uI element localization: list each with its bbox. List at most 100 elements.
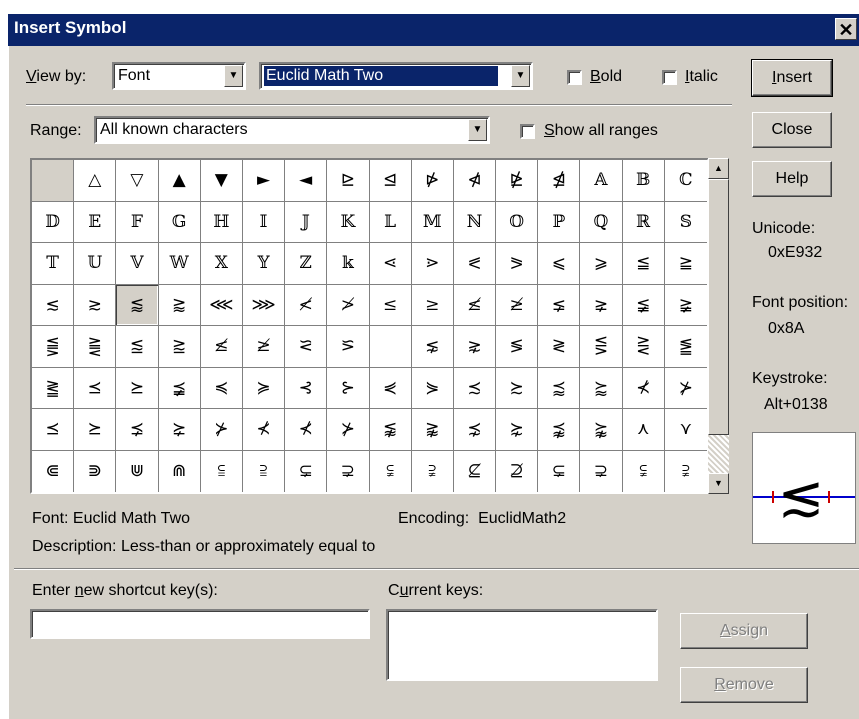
- symbol-cell[interactable]: ⋎: [664, 409, 707, 451]
- chevron-down-icon[interactable]: ▼: [511, 65, 530, 87]
- symbol-cell[interactable]: ⩾: [580, 243, 623, 285]
- symbol-cell[interactable]: ⊀: [622, 367, 665, 409]
- symbol-cell[interactable]: ⋗: [411, 243, 454, 285]
- symbol-cell[interactable]: ⋚: [580, 326, 623, 368]
- symbol-cell[interactable]: ⋞: [369, 367, 412, 409]
- symbol-cell[interactable]: 𝕀: [242, 201, 286, 243]
- symbol-cell[interactable]: ⪆: [158, 284, 201, 326]
- symbol-cell[interactable]: ≮: [285, 284, 328, 326]
- symbol-cell[interactable]: ⪊: [411, 409, 454, 451]
- symbol-cell[interactable]: 𝕍: [116, 243, 159, 285]
- symbol-cell[interactable]: ⋨: [453, 409, 497, 451]
- symbol-cell[interactable]: ≦: [622, 243, 665, 285]
- show-all-ranges-checkbox[interactable]: [520, 124, 535, 139]
- symbol-cell[interactable]: ⊵: [327, 160, 370, 202]
- symbol-cell[interactable]: ⋟: [411, 367, 454, 409]
- symbol-cell[interactable]: ⊰: [285, 367, 328, 409]
- symbol-cell[interactable]: ⪑: [664, 326, 707, 368]
- symbol-cell[interactable]: ⊋: [580, 450, 623, 492]
- symbol-cell[interactable]: ℝ: [622, 201, 665, 243]
- help-button[interactable]: Help: [752, 161, 832, 197]
- symbol-cell[interactable]: ⊈: [454, 450, 497, 492]
- symbol-cell[interactable]: ⋓: [116, 450, 159, 492]
- symbol-cell[interactable]: 𝔽: [116, 201, 159, 243]
- symbol-cell[interactable]: [369, 326, 412, 368]
- chevron-down-icon[interactable]: ▼: [224, 65, 243, 87]
- close-icon[interactable]: ✕: [835, 18, 857, 40]
- symbol-cell[interactable]: ⋏: [622, 409, 665, 451]
- symbol-cell[interactable]: ⋩: [496, 409, 539, 451]
- symbol-cell[interactable]: ⪰: [74, 409, 117, 451]
- range-dropdown[interactable]: All known characters ▼: [94, 116, 490, 144]
- symbol-cell[interactable]: ≤: [369, 284, 412, 326]
- symbol-cell[interactable]: 𝕎: [158, 243, 201, 285]
- symbol-cell[interactable]: ≨: [622, 284, 665, 326]
- symbol-cell[interactable]: 𝕋: [32, 243, 75, 285]
- symbol-cell[interactable]: ⫋: [370, 450, 412, 492]
- symbol-cell[interactable]: ℍ: [200, 201, 243, 243]
- symbol-grid[interactable]: △ ▽ ▲ ▼ ► ◄ ⊵ ⊴ ⋫ ⋪ ⋭ ⋬ 𝔸 𝔹 ℂ 𝔻 𝔼 𝔽 𝔾 ℍ 𝕀 𝕁 𝕂 𝕃 𝕄 ℕ 𝕆 ℙ ℚ ℝ 𝕊 𝕋 𝕌 𝕍 𝕎 𝕏 𝕐 ℤ𝕜 ⋖…: [30, 158, 709, 494]
- symbol-cell[interactable]: 𝔸: [580, 160, 623, 202]
- symbol-cell[interactable]: ▲: [158, 160, 201, 202]
- symbol-cell[interactable]: 𝔹: [622, 160, 665, 202]
- symbol-cell[interactable]: ⪕: [453, 243, 497, 285]
- new-shortcut-input[interactable]: [30, 609, 370, 639]
- bold-checkbox[interactable]: [567, 70, 582, 85]
- symbol-cell[interactable]: ℕ: [453, 201, 497, 243]
- symbol-cell[interactable]: ⊀: [242, 409, 286, 451]
- symbol-cell[interactable]: ⋫: [411, 160, 454, 202]
- symbol-cell[interactable]: ⪵: [158, 367, 201, 409]
- assign-button[interactable]: Assign: [680, 613, 808, 649]
- symbol-cell[interactable]: ⋙: [242, 284, 286, 326]
- symbol-cell[interactable]: ⫌: [412, 450, 454, 492]
- symbol-cell[interactable]: ≱: [496, 284, 539, 326]
- symbol-cell[interactable]: ⋧: [453, 326, 497, 368]
- symbol-cell[interactable]: ⫅: [201, 450, 243, 492]
- italic-checkbox[interactable]: [662, 70, 677, 85]
- chevron-down-icon[interactable]: ▼: [468, 119, 487, 141]
- symbol-cell[interactable]: 𝕏: [200, 243, 243, 285]
- remove-button[interactable]: Remove: [680, 667, 808, 703]
- symbol-cell[interactable]: ⪎: [158, 326, 201, 368]
- symbol-cell[interactable]: ℂ: [664, 160, 707, 202]
- symbol-cell[interactable]: ⪒: [32, 367, 75, 409]
- symbol-cell[interactable]: ▽: [116, 160, 159, 202]
- symbol-cell[interactable]: ⪋: [32, 326, 75, 368]
- symbol-cell[interactable]: ≽: [242, 367, 286, 409]
- symbol-cell[interactable]: ≼: [200, 367, 243, 409]
- symbol-cell[interactable]: ⪲: [158, 409, 201, 451]
- symbol-cell[interactable]: ⩽: [538, 243, 581, 285]
- symbol-cell[interactable]: ⊁: [327, 409, 370, 451]
- current-keys-list[interactable]: [386, 609, 658, 681]
- symbol-cell[interactable]: 𝕆: [496, 201, 539, 243]
- close-button[interactable]: Close: [752, 112, 832, 148]
- symbol-cell[interactable]: ⊋: [327, 450, 370, 492]
- grid-scrollbar[interactable]: ▲ ▼: [708, 158, 729, 494]
- symbol-cell[interactable]: ⪉: [369, 409, 412, 451]
- symbol-cell[interactable]: ⋭: [496, 160, 539, 202]
- symbol-cell[interactable]: ◄: [285, 160, 328, 202]
- symbol-cell[interactable]: ℙ: [538, 201, 581, 243]
- symbol-cell[interactable]: 𝕄: [411, 201, 454, 243]
- symbol-cell[interactable]: ≧: [664, 243, 707, 285]
- symbol-cell[interactable]: ⪇: [538, 284, 581, 326]
- symbol-cell[interactable]: △: [74, 160, 117, 202]
- scroll-track[interactable]: [708, 435, 729, 473]
- symbol-cell[interactable]: ≰: [453, 284, 497, 326]
- symbol-cell[interactable]: ≩: [664, 285, 707, 326]
- symbol-cell[interactable]: ≷: [538, 326, 581, 368]
- symbol-cell[interactable]: ⫆: [243, 450, 286, 492]
- symbol-cell[interactable]: 𝔾: [158, 201, 201, 243]
- symbol-cell[interactable]: ⪈: [580, 284, 623, 326]
- symbol-cell[interactable]: ⪖: [496, 243, 539, 285]
- show-all-ranges-label[interactable]: Show all ranges: [544, 122, 658, 140]
- symbol-cell[interactable]: 𝕃: [369, 201, 412, 243]
- symbol-cell[interactable]: ⊊: [285, 450, 328, 492]
- symbol-cell[interactable]: ⊀: [285, 409, 328, 451]
- symbol-cell[interactable]: ⋒: [159, 450, 201, 492]
- symbol-cell[interactable]: ≾: [453, 367, 497, 409]
- symbol-cell[interactable]: 𝕂: [327, 201, 370, 243]
- symbol-cell[interactable]: ⊴: [369, 160, 412, 202]
- scroll-up-icon[interactable]: ▲: [708, 158, 729, 179]
- symbol-cell[interactable]: [32, 160, 75, 202]
